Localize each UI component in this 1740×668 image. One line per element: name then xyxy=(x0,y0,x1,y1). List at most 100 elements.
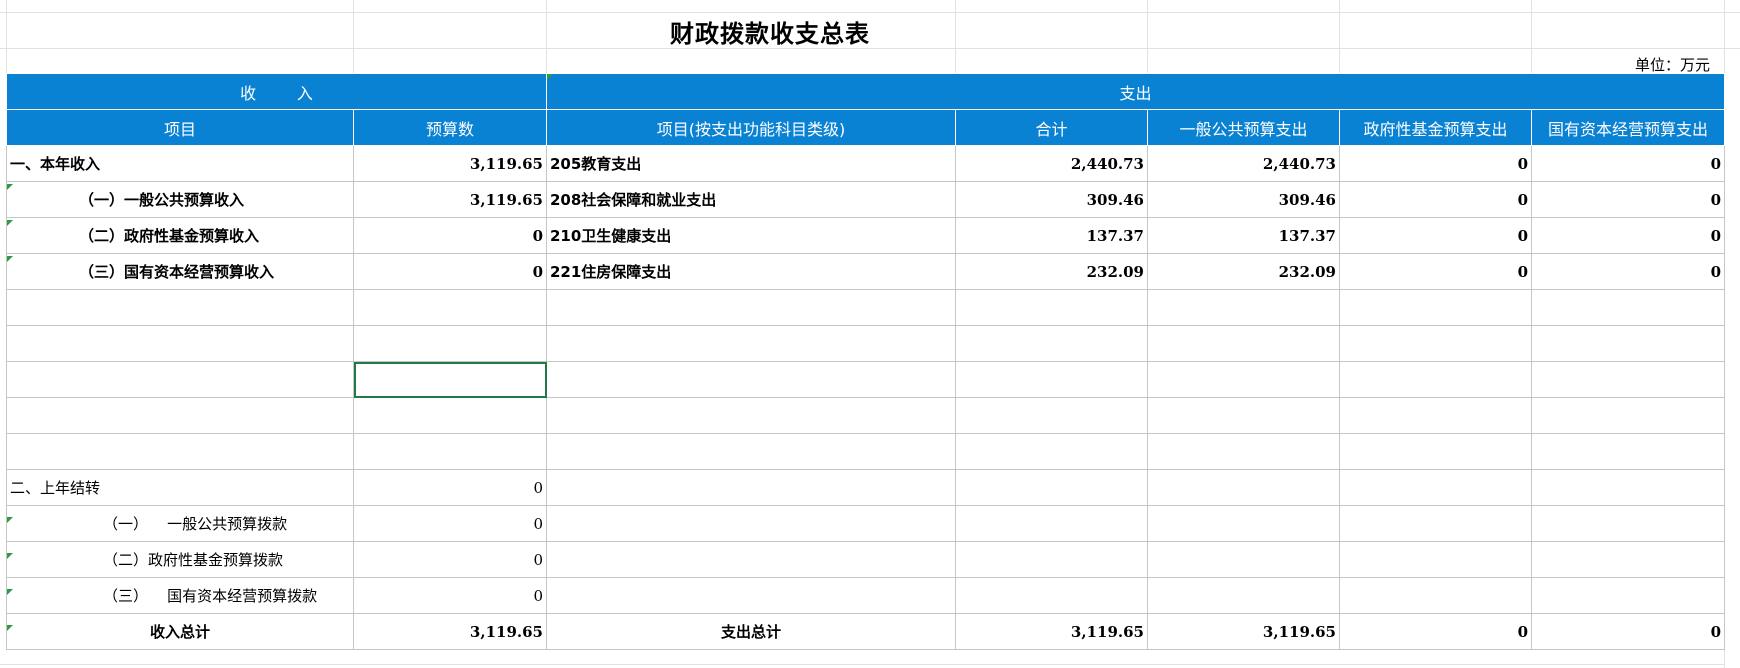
expense-general[interactable]: 309.46 xyxy=(1147,181,1340,218)
expense-total[interactable]: 2,440.73 xyxy=(955,145,1148,182)
expense-fund[interactable]: 0 xyxy=(1339,253,1532,290)
empty-cell[interactable] xyxy=(353,433,547,470)
empty-cell[interactable] xyxy=(1147,577,1340,614)
expense-general-total[interactable]: 3,119.65 xyxy=(1147,613,1340,650)
expense-label[interactable]: 205教育支出 xyxy=(546,145,956,182)
expense-general[interactable]: 137.37 xyxy=(1147,217,1340,254)
empty-cell[interactable] xyxy=(1147,325,1340,362)
income-value[interactable]: 0 xyxy=(353,253,547,290)
income-value[interactable]: 0 xyxy=(353,217,547,254)
income-label[interactable]: （二）政府性基金预算拨款 xyxy=(6,541,354,578)
expense-total-label[interactable]: 支出总计 xyxy=(546,613,956,650)
expense-general[interactable]: 232.09 xyxy=(1147,253,1340,290)
empty-cell[interactable] xyxy=(1531,505,1725,542)
expense-fund[interactable]: 0 xyxy=(1339,145,1532,182)
expense-fund-total[interactable]: 0 xyxy=(1339,613,1532,650)
empty-cell[interactable] xyxy=(955,433,1148,470)
empty-cell[interactable] xyxy=(1147,433,1340,470)
empty-cell[interactable] xyxy=(955,289,1148,326)
empty-cell[interactable] xyxy=(955,541,1148,578)
empty-cell[interactable] xyxy=(1147,397,1340,434)
empty-cell[interactable] xyxy=(1147,469,1340,506)
income-label[interactable]: （二）政府性基金预算收入 xyxy=(6,217,354,254)
empty-cell[interactable] xyxy=(1339,397,1532,434)
empty-cell[interactable] xyxy=(1531,325,1725,362)
empty-cell[interactable] xyxy=(546,541,956,578)
income-total-label[interactable]: 收入总计 xyxy=(6,613,354,650)
empty-cell[interactable] xyxy=(1339,505,1532,542)
income-value[interactable]: 0 xyxy=(353,541,547,578)
empty-cell[interactable] xyxy=(1339,289,1532,326)
empty-cell[interactable] xyxy=(546,325,956,362)
empty-cell[interactable] xyxy=(546,289,956,326)
expense-state[interactable]: 0 xyxy=(1531,145,1725,182)
empty-cell[interactable] xyxy=(955,397,1148,434)
empty-cell[interactable] xyxy=(6,433,354,470)
income-label[interactable]: （三）国有资本经营预算收入 xyxy=(6,253,354,290)
empty-cell[interactable] xyxy=(1147,505,1340,542)
header-state[interactable]: 国有资本经营预算支出 xyxy=(1531,109,1725,146)
header-total[interactable]: 合计 xyxy=(955,109,1148,146)
empty-cell[interactable] xyxy=(1531,289,1725,326)
expense-total[interactable]: 309.46 xyxy=(955,181,1148,218)
empty-cell[interactable] xyxy=(1531,397,1725,434)
income-label[interactable]: （一）一般公共预算收入 xyxy=(6,181,354,218)
empty-cell[interactable] xyxy=(1531,361,1725,398)
empty-cell[interactable] xyxy=(1531,469,1725,506)
income-value[interactable]: 0 xyxy=(353,469,547,506)
empty-cell[interactable] xyxy=(546,469,956,506)
empty-cell[interactable] xyxy=(546,397,956,434)
expense-total[interactable]: 137.37 xyxy=(955,217,1148,254)
empty-cell[interactable] xyxy=(353,397,547,434)
empty-cell[interactable] xyxy=(1531,541,1725,578)
expense-total[interactable]: 232.09 xyxy=(955,253,1148,290)
expense-state[interactable]: 0 xyxy=(1531,253,1725,290)
expense-general[interactable]: 2,440.73 xyxy=(1147,145,1340,182)
empty-cell[interactable] xyxy=(546,361,956,398)
empty-cell[interactable] xyxy=(955,577,1148,614)
income-label[interactable]: （一） 一般公共预算拨款 xyxy=(6,505,354,542)
empty-cell[interactable] xyxy=(546,577,956,614)
empty-cell[interactable] xyxy=(1147,289,1340,326)
empty-cell[interactable] xyxy=(955,469,1148,506)
expense-label[interactable]: 208社会保障和就业支出 xyxy=(546,181,956,218)
selected-cell[interactable] xyxy=(353,361,547,398)
empty-cell[interactable] xyxy=(353,325,547,362)
empty-cell[interactable] xyxy=(1339,361,1532,398)
income-group-header[interactable]: 收 入 xyxy=(6,73,547,110)
empty-cell[interactable] xyxy=(6,325,354,362)
expense-state-total[interactable]: 0 xyxy=(1531,613,1725,650)
empty-cell[interactable] xyxy=(1339,577,1532,614)
expense-group-header[interactable]: 支出 xyxy=(546,73,1725,110)
income-label[interactable]: 二、上年结转 xyxy=(6,469,354,506)
empty-cell[interactable] xyxy=(955,505,1148,542)
header-fund[interactable]: 政府性基金预算支出 xyxy=(1339,109,1532,146)
empty-cell[interactable] xyxy=(6,289,354,326)
expense-grand-total[interactable]: 3,119.65 xyxy=(955,613,1148,650)
empty-cell[interactable] xyxy=(546,505,956,542)
header-budget[interactable]: 预算数 xyxy=(353,109,547,146)
empty-cell[interactable] xyxy=(6,397,354,434)
header-general[interactable]: 一般公共预算支出 xyxy=(1147,109,1340,146)
empty-cell[interactable] xyxy=(1147,541,1340,578)
expense-label[interactable]: 210卫生健康支出 xyxy=(546,217,956,254)
empty-cell[interactable] xyxy=(1339,469,1532,506)
empty-cell[interactable] xyxy=(1339,433,1532,470)
income-label[interactable]: （三） 国有资本经营预算拨款 xyxy=(6,577,354,614)
expense-state[interactable]: 0 xyxy=(1531,217,1725,254)
expense-state[interactable]: 0 xyxy=(1531,181,1725,218)
income-value[interactable]: 0 xyxy=(353,577,547,614)
income-label[interactable]: 一、本年收入 xyxy=(6,145,354,182)
empty-cell[interactable] xyxy=(1531,577,1725,614)
header-item[interactable]: 项目 xyxy=(6,109,354,146)
income-value[interactable]: 3,119.65 xyxy=(353,181,547,218)
expense-fund[interactable]: 0 xyxy=(1339,181,1532,218)
expense-fund[interactable]: 0 xyxy=(1339,217,1532,254)
empty-cell[interactable] xyxy=(1339,325,1532,362)
header-expense-item[interactable]: 项目(按支出功能科目类级) xyxy=(546,109,956,146)
empty-cell[interactable] xyxy=(6,361,354,398)
empty-cell[interactable] xyxy=(353,289,547,326)
expense-label[interactable]: 221住房保障支出 xyxy=(546,253,956,290)
income-value[interactable]: 3,119.65 xyxy=(353,145,547,182)
income-total-value[interactable]: 3,119.65 xyxy=(353,613,547,650)
